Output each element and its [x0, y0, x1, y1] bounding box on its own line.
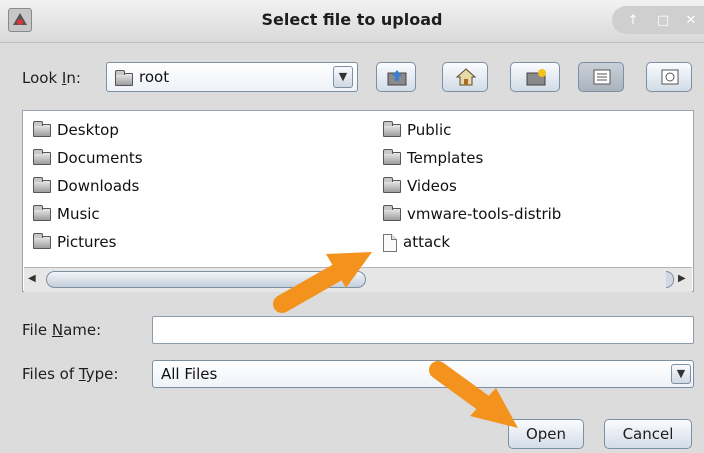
list-view-button[interactable] — [578, 62, 624, 92]
folder-icon — [115, 70, 133, 86]
files-of-type-combobox[interactable]: All Files ▼ — [152, 360, 694, 388]
home-icon — [456, 68, 476, 86]
window-controls: ↑ □ ✕ — [612, 6, 704, 34]
list-item-folder[interactable]: Music — [33, 200, 143, 228]
window-title: Select file to upload — [261, 10, 443, 29]
open-button[interactable]: Open — [508, 419, 584, 449]
maximize-icon[interactable]: □ — [654, 14, 672, 28]
up-folder-icon — [387, 70, 407, 86]
list-item-file[interactable]: attack — [383, 228, 561, 256]
folder-icon — [383, 205, 401, 221]
look-in-label: Look In: — [22, 69, 81, 87]
folder-icon — [33, 205, 51, 221]
list-item-folder[interactable]: Videos — [383, 172, 561, 200]
scrollbar-thumb[interactable] — [46, 271, 366, 288]
file-icon — [383, 233, 397, 252]
look-in-combobox[interactable]: root ▼ — [106, 62, 358, 92]
list-item-folder[interactable]: Templates — [383, 144, 561, 172]
scrollbar-track-end — [666, 271, 674, 288]
cancel-button[interactable]: Cancel — [604, 419, 692, 449]
list-item-folder[interactable]: Desktop — [33, 116, 143, 144]
file-list-column-1: Desktop Documents Downloads Music Pictur… — [33, 116, 143, 256]
folder-icon — [383, 177, 401, 193]
details-view-icon — [661, 69, 679, 85]
folder-icon — [33, 177, 51, 193]
list-item-folder[interactable]: vmware-tools-distrib — [383, 200, 561, 228]
look-in-value: root — [139, 68, 170, 86]
folder-icon — [33, 233, 51, 249]
folder-icon — [33, 149, 51, 165]
folder-icon — [383, 121, 401, 137]
shade-icon[interactable]: ↑ — [624, 14, 642, 28]
folder-icon — [383, 149, 401, 165]
chevron-down-icon[interactable]: ▼ — [333, 66, 353, 88]
title-bar: Select file to upload ↑ □ ✕ — [0, 0, 704, 43]
file-list[interactable]: Desktop Documents Downloads Music Pictur… — [22, 110, 694, 292]
files-of-type-value: All Files — [161, 365, 218, 383]
list-item-folder[interactable]: Downloads — [33, 172, 143, 200]
files-of-type-label: Files of Type: — [22, 365, 119, 383]
up-folder-button[interactable] — [376, 62, 416, 92]
scroll-left-icon[interactable]: ◀ — [28, 273, 36, 284]
file-list-column-2: Public Templates Videos vmware-tools-dis… — [383, 116, 561, 256]
horizontal-scrollbar[interactable]: ◀ ▶ — [24, 267, 692, 292]
chevron-down-icon[interactable]: ▼ — [671, 364, 691, 384]
scroll-right-icon[interactable]: ▶ — [678, 273, 686, 284]
new-folder-button[interactable] — [510, 62, 560, 92]
list-item-folder[interactable]: Documents — [33, 144, 143, 172]
file-name-input[interactable] — [152, 316, 694, 344]
file-name-label: File Name: — [22, 321, 102, 339]
list-view-icon — [593, 69, 611, 85]
close-icon[interactable]: ✕ — [682, 14, 700, 28]
home-button[interactable] — [442, 62, 488, 92]
folder-icon — [33, 121, 51, 137]
list-item-folder[interactable]: Public — [383, 116, 561, 144]
new-folder-icon — [526, 69, 546, 86]
list-item-folder[interactable]: Pictures — [33, 228, 143, 256]
details-view-button[interactable] — [646, 62, 692, 92]
